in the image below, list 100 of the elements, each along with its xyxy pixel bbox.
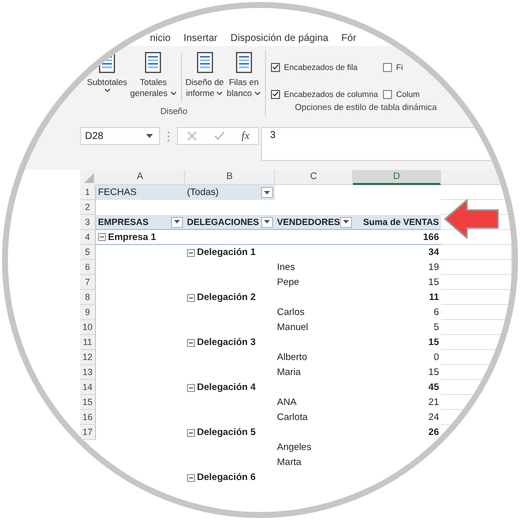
empty-cell (441, 260, 512, 275)
caret-icon (264, 220, 270, 224)
column-letter[interactable]: D (353, 170, 441, 185)
document-icon (99, 52, 116, 73)
checkbox[interactable] (383, 62, 392, 72)
row-label: Delegación 3 (197, 337, 256, 348)
row-number[interactable]: 10 (80, 320, 96, 335)
value-cell-text: 45 (427, 381, 440, 395)
value-cell: 166 (353, 230, 441, 245)
collapse-icon[interactable] (187, 384, 195, 392)
checkbox[interactable] (383, 90, 392, 98)
filter-button[interactable] (261, 187, 273, 198)
name-box[interactable]: D28 (80, 127, 160, 145)
row-label: Angeles (276, 441, 312, 455)
caret-icon (146, 134, 153, 138)
row-number[interactable]: 7 (80, 275, 96, 290)
ribbon-button[interactable]: Diseño de informe (184, 52, 225, 99)
header-cell: Suma de VENTAS (353, 215, 441, 230)
header-label: VENDEDORES (277, 217, 340, 227)
row-label: Maria (276, 366, 302, 380)
value-cell-text: 15 (427, 276, 440, 290)
row-number[interactable]: 13 (80, 365, 96, 380)
caret-icon (264, 190, 270, 194)
row-number[interactable]: 8 (80, 290, 96, 305)
column-letter[interactable]: A (96, 170, 185, 185)
document-icon (236, 52, 252, 73)
ribbon-button[interactable]: Totales generales (129, 52, 178, 99)
row-label: Delegación 5 (197, 427, 256, 438)
checkbox[interactable] (270, 90, 280, 98)
row-number[interactable]: 17 (80, 425, 96, 440)
value-cell-text: 5 (432, 321, 440, 335)
collapse-icon[interactable] (98, 233, 106, 241)
column-letter[interactable]: C (275, 170, 353, 185)
checkbox-option[interactable]: Encabezados de columna (270, 86, 378, 102)
row-label: Delegación 2 (197, 292, 256, 303)
page-field-cell: FECHAS (96, 185, 185, 200)
value-cell-text: 21 (427, 396, 440, 410)
document-icon (145, 52, 162, 73)
ribbon-tab[interactable]: Fór (341, 33, 356, 44)
row-number[interactable]: 16 (80, 410, 96, 425)
row-label: Ines (276, 261, 296, 275)
pointer-arrow (443, 197, 501, 241)
row-number[interactable]: 9 (80, 305, 96, 320)
ribbon-button[interactable]: Subtotales (86, 52, 128, 93)
checkmark-icon (272, 91, 279, 97)
filter-button[interactable] (171, 216, 183, 228)
caret-icon (174, 220, 180, 224)
checkbox-option[interactable]: Encabezados de fila (270, 59, 378, 75)
group-label: Opciones de estilo de tabla dinámica (294, 102, 438, 112)
row-number[interactable]: 1 (80, 185, 96, 200)
value-cell-text: 34 (427, 246, 440, 260)
empty-cell (441, 245, 512, 260)
row-number[interactable]: 12 (80, 350, 96, 365)
filter-value: (Todas) (187, 187, 219, 198)
ribbon-tab[interactable]: Insertar (184, 33, 218, 44)
collapse-icon[interactable] (187, 428, 195, 436)
row-number[interactable]: 4 (80, 230, 96, 245)
row-number[interactable]: 3 (80, 215, 96, 230)
row-number[interactable]: 14 (80, 380, 96, 395)
value-cell-text: 0 (432, 351, 440, 365)
checkbox[interactable] (270, 62, 280, 72)
header-label: EMPRESAS (98, 217, 149, 227)
value-cell-text: 11 (428, 291, 440, 305)
handle-icon[interactable] (167, 131, 170, 142)
checkmark-icon[interactable] (214, 131, 225, 141)
row-label: Delegación 4 (197, 382, 256, 393)
row-number[interactable]: 15 (80, 395, 96, 410)
value-cell-text: 15 (427, 336, 440, 350)
collapse-icon[interactable] (187, 474, 195, 482)
row-number[interactable]: 5 (80, 245, 96, 260)
row-label: ANA (276, 396, 298, 410)
value-cell-text: 26 (427, 426, 440, 440)
value-cell-text: 6 (432, 306, 440, 320)
collapse-icon[interactable] (187, 248, 195, 256)
value-cell-text: 15 (427, 366, 440, 380)
row-label: Pepe (276, 276, 300, 290)
collapse-icon[interactable] (187, 338, 195, 346)
row-label: Manuel (276, 321, 310, 335)
row-label: Alberto (276, 351, 308, 365)
row-number[interactable]: 2 (80, 200, 96, 215)
row-label: Empresa 1 (108, 232, 156, 242)
row-label: Carlota (276, 411, 309, 425)
insert-function-button[interactable]: fx (242, 130, 250, 142)
ribbon-tab[interactable]: nicio (150, 33, 171, 44)
collapse-icon[interactable] (187, 294, 195, 302)
row-number[interactable]: 6 (80, 260, 96, 275)
value-cell-text: 19 (427, 261, 440, 275)
filter-button[interactable] (261, 216, 273, 228)
ribbon-tab[interactable]: Disposición de página (230, 33, 328, 44)
ribbon-button[interactable]: Filas en blanco (226, 52, 262, 99)
row-label: Carlos (276, 306, 306, 320)
checkbox-option[interactable]: Fi (383, 59, 420, 75)
checkbox-option[interactable]: Colum (383, 86, 420, 102)
row-number[interactable]: 11 (80, 335, 96, 350)
header-label: DELEGACIONES (187, 217, 260, 227)
checkmark-icon (272, 64, 279, 70)
column-letter[interactable]: B (185, 170, 275, 185)
value-cell-text: 24 (427, 411, 440, 425)
filter-button[interactable] (340, 216, 352, 228)
row-label: Delegación 6 (197, 472, 256, 483)
